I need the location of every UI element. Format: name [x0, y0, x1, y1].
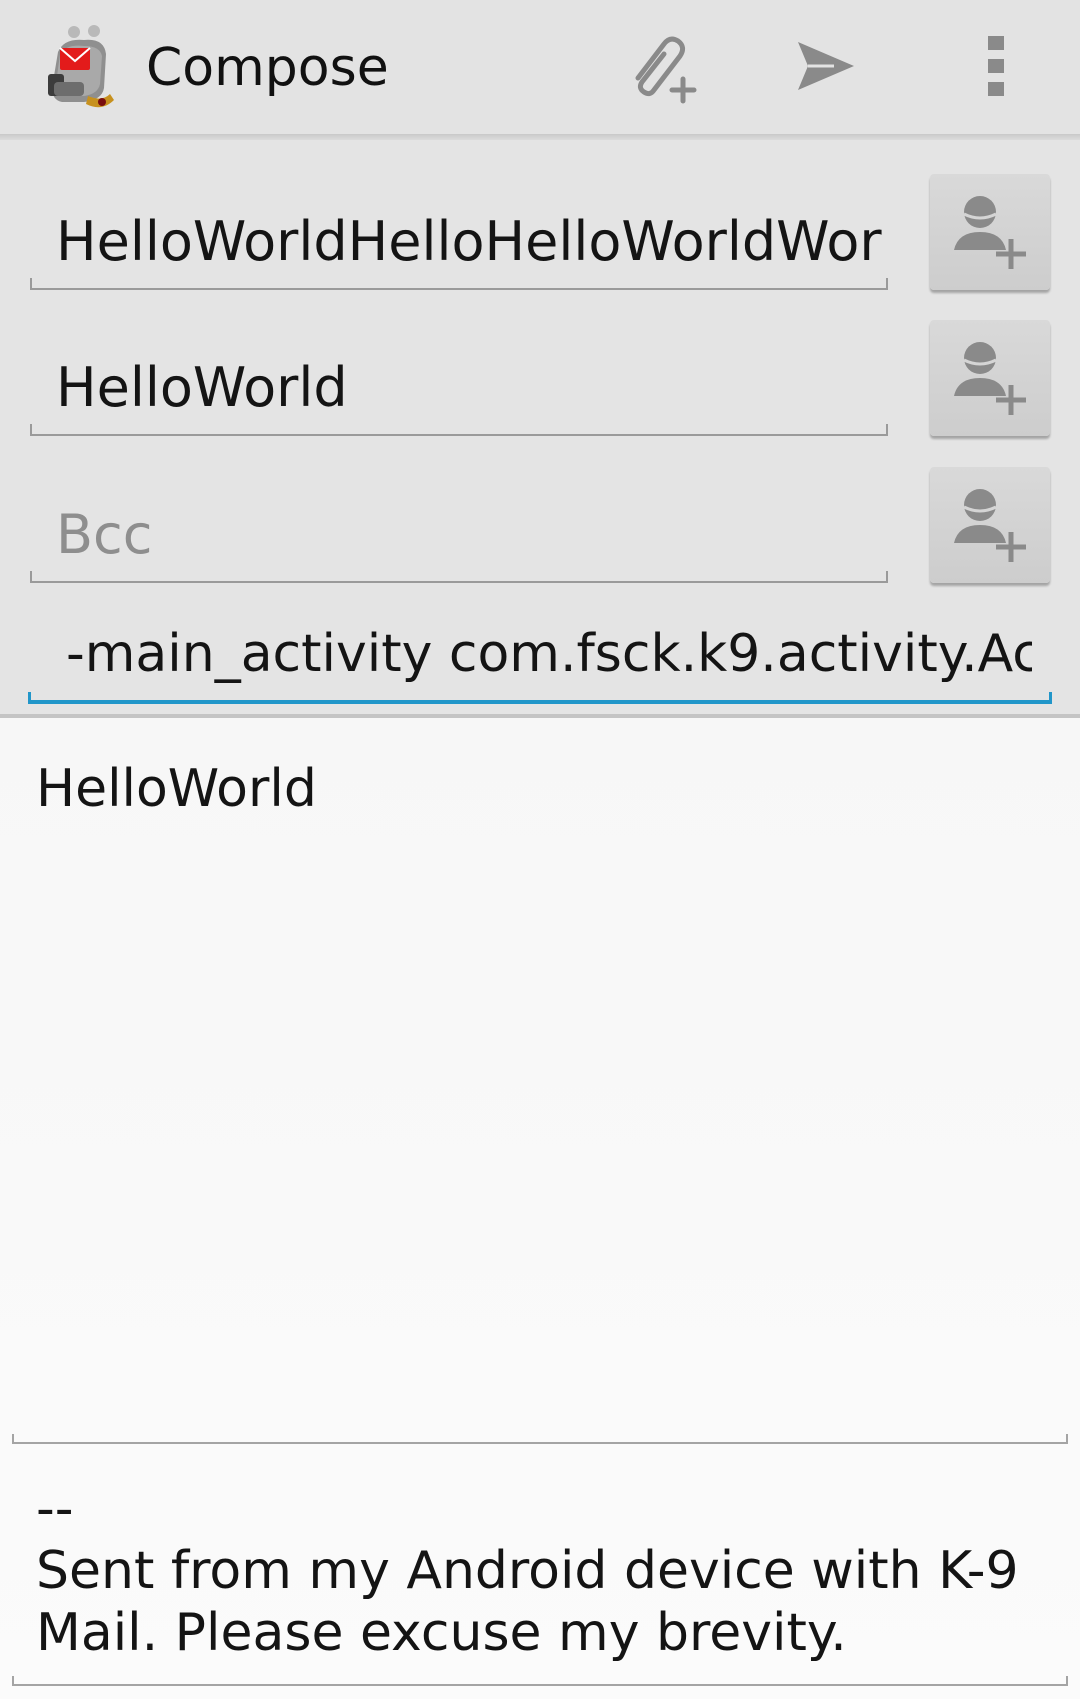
- cc-field-underline: [30, 424, 888, 436]
- bcc-field-placeholder[interactable]: Bcc: [56, 501, 886, 569]
- to-field[interactable]: HelloWorldHelloHelloWorldWorld: [30, 180, 888, 290]
- message-body-field[interactable]: HelloWorld: [12, 720, 1068, 1444]
- add-bcc-contact-button[interactable]: [930, 467, 1050, 583]
- add-contact-icon: [950, 483, 1030, 567]
- send-button[interactable]: [778, 20, 874, 116]
- page-title: Compose: [146, 38, 389, 98]
- signature-line-1: Sent from my Android device with K-9: [36, 1541, 1019, 1601]
- signature-field[interactable]: -- Sent from my Android device with K-9 …: [12, 1478, 1068, 1686]
- to-field-underline: [30, 278, 888, 290]
- k9-mail-app-icon[interactable]: [44, 22, 124, 110]
- bcc-field-underline: [30, 571, 888, 583]
- signature-line-2: Mail. Please excuse my brevity.: [36, 1603, 847, 1663]
- action-bar: Compose: [0, 0, 1080, 134]
- to-field-value[interactable]: HelloWorldHelloHelloWorldWorld: [56, 208, 886, 276]
- message-body-text[interactable]: HelloWorld: [36, 756, 317, 822]
- signature-underline: [12, 1676, 1068, 1686]
- paperclip-plus-icon: [620, 26, 700, 110]
- cc-field-value[interactable]: HelloWorld: [56, 354, 886, 422]
- subject-field-value[interactable]: -main_activity com.fsck.k9.activity.Acco…: [66, 622, 1032, 686]
- attach-button[interactable]: [612, 20, 708, 116]
- add-to-contact-button[interactable]: [930, 174, 1050, 290]
- send-icon: [794, 38, 858, 98]
- signature-separator: --: [36, 1479, 74, 1539]
- subject-field-focus-underline: [28, 692, 1052, 704]
- add-contact-icon: [950, 336, 1030, 420]
- bcc-field[interactable]: Bcc: [30, 473, 888, 583]
- signature-text[interactable]: -- Sent from my Android device with K-9 …: [36, 1478, 1036, 1664]
- add-contact-icon: [950, 190, 1030, 274]
- cc-field[interactable]: HelloWorld: [30, 326, 888, 436]
- subject-field[interactable]: -main_activity com.fsck.k9.activity.Acco…: [28, 612, 1052, 704]
- message-body-underline: [12, 1434, 1068, 1444]
- overflow-menu-button[interactable]: [948, 20, 1044, 116]
- add-cc-contact-button[interactable]: [930, 320, 1050, 436]
- overflow-menu-icon: [986, 34, 1006, 102]
- recipient-header: HelloWorldHelloHelloWorldWorld HelloWorl…: [0, 140, 1080, 716]
